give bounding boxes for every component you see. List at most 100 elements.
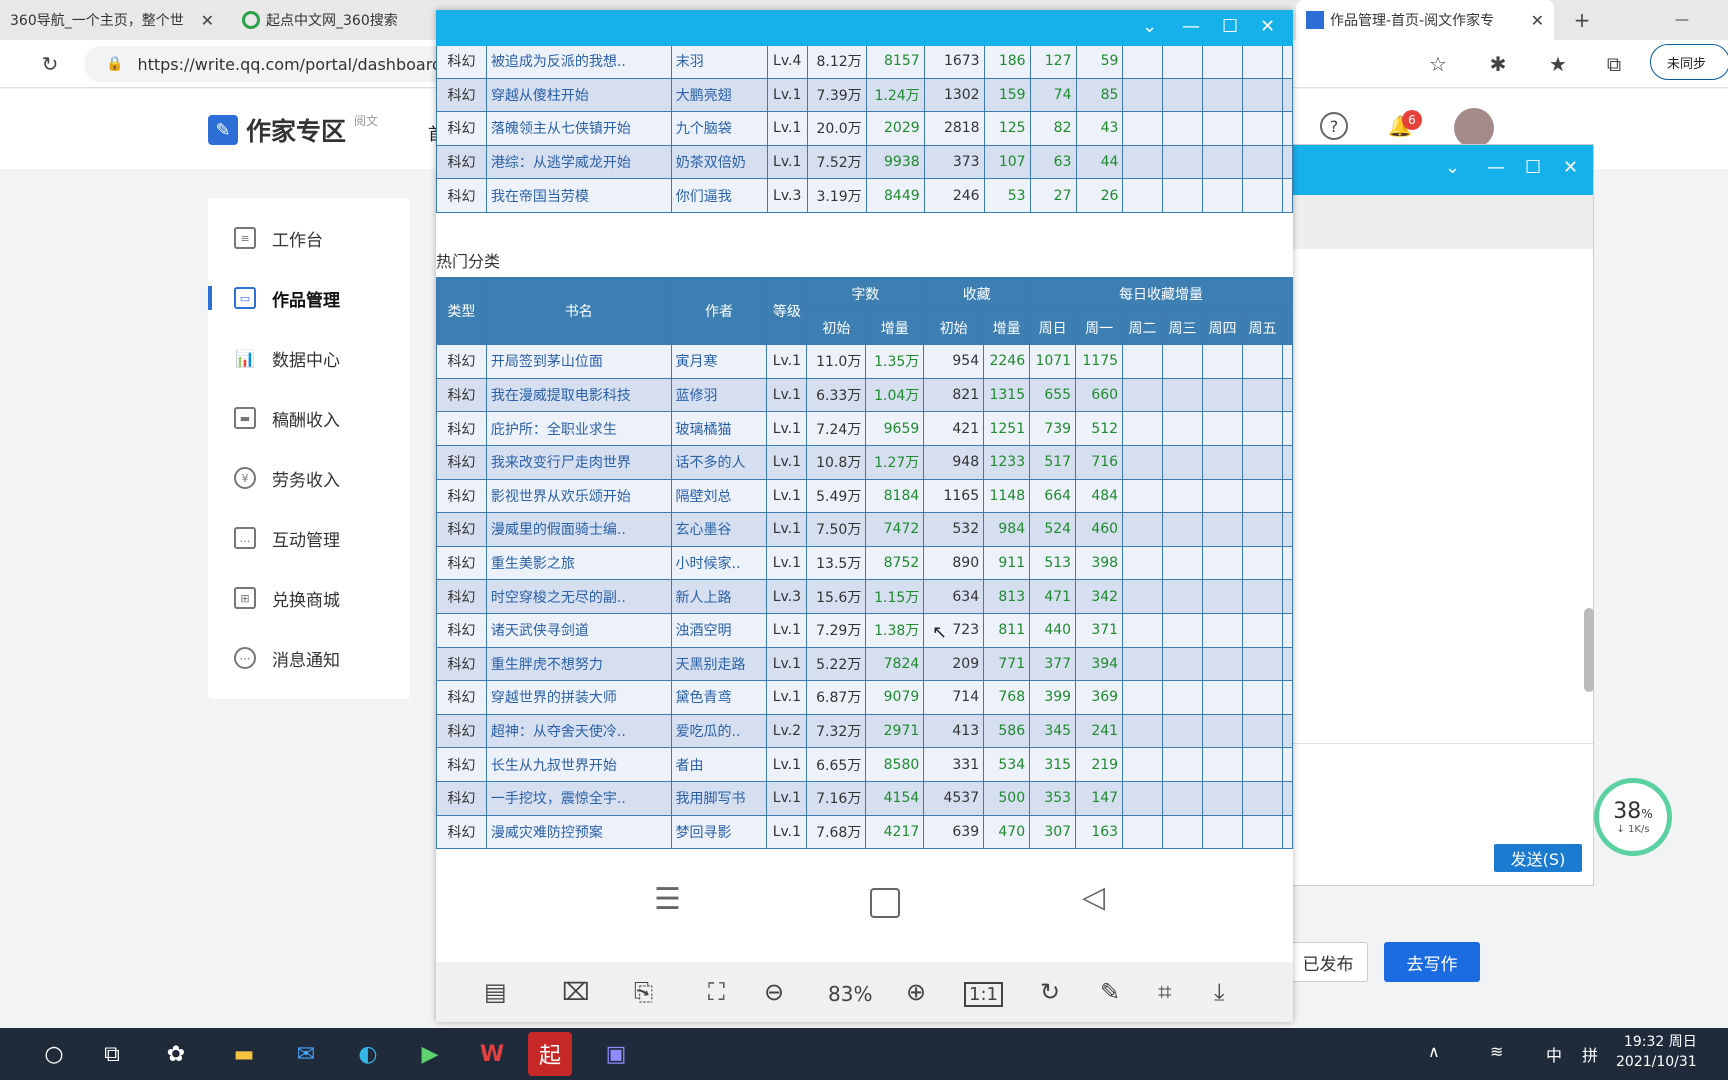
table-cell: 15.6万 <box>806 579 867 614</box>
logo-text: 作家专区 <box>246 117 347 146</box>
app-icon[interactable]: ✿ <box>154 1032 198 1076</box>
published-button[interactable]: 已发布 <box>1288 942 1368 982</box>
mail-icon[interactable]: ✉ <box>284 1032 328 1076</box>
close-icon[interactable]: ✕ <box>1531 11 1544 30</box>
task-view-icon[interactable]: ⧉ <box>90 1032 134 1076</box>
table-cell: 1.35万 <box>865 344 925 379</box>
chevron-down-icon[interactable]: ⌄ <box>1142 16 1157 37</box>
wps-icon[interactable]: W <box>470 1032 514 1076</box>
sidebar-item-works[interactable]: ▭ 作品管理 <box>208 278 410 318</box>
sidebar-item-labor[interactable]: ¥ 劳务收入 <box>208 458 410 498</box>
layout-icon[interactable]: ▤ <box>484 978 507 1006</box>
minimize-icon[interactable]: — <box>1182 16 1200 37</box>
sidebar-item-data[interactable]: 📊 数据中心 <box>208 338 410 378</box>
table-cell: 471 <box>1029 579 1077 614</box>
table-cell: 被追成为反派的我想.. <box>485 46 672 79</box>
table-cell: 8157 <box>865 46 925 79</box>
table-cell-empty <box>1281 46 1293 79</box>
download-arrow-icon: ↓ <box>1616 824 1625 835</box>
avatar[interactable] <box>1454 108 1494 148</box>
sidebar-item-workbench[interactable]: ≡ 工作台 <box>208 218 410 258</box>
ime-mode-label[interactable]: 拼 <box>1582 1042 1598 1066</box>
edit-icon[interactable]: ✎ <box>1100 978 1120 1006</box>
table-cell: 科幻 <box>436 579 487 614</box>
help-icon[interactable]: ? <box>1320 112 1348 140</box>
chevron-down-icon[interactable]: ⌄ <box>1445 157 1460 178</box>
actual-size-icon[interactable]: 1:1 <box>964 982 1003 1007</box>
table-cell: 1251 <box>983 411 1031 446</box>
collections-icon[interactable]: ⧉ <box>1598 48 1630 80</box>
sidebar-item-royalty[interactable]: ▬ 稿酬收入 <box>208 398 410 438</box>
extensions-icon[interactable]: ✱ <box>1482 48 1514 80</box>
table-cell: 1302 <box>923 77 985 113</box>
browser-tab-active[interactable]: 作品管理-首页-阅文作家专 ✕ <box>1296 0 1554 40</box>
image-viewer: ⌄ — ☐ ✕ 科幻 被追成为反派的我想.. 末羽 Lv.4 8.12万 8157 1673… <box>436 10 1293 1022</box>
table-cell-empty <box>1162 377 1203 413</box>
table-cell: 1.04万 <box>865 377 925 413</box>
file-explorer-icon[interactable]: ▬ <box>222 1032 266 1076</box>
minimize-icon[interactable]: — <box>1487 157 1505 178</box>
translate-icon[interactable]: ⎘ <box>634 978 653 1006</box>
back-triangle-icon[interactable]: ◁ <box>1082 880 1105 915</box>
sync-button[interactable]: 未同步 <box>1650 44 1728 80</box>
table-cell: 125 <box>983 111 1031 146</box>
table-cell: 末羽 <box>670 46 768 79</box>
table-cell: 科幻 <box>436 780 487 816</box>
table-cell-empty <box>1241 612 1283 648</box>
table-row: 科幻 超神：从夺舍天使冷.. 爱吃瓜的.. Lv.2 7.32万 2971 413 586 34… <box>436 713 1293 749</box>
table-cell-empty <box>1281 814 1293 850</box>
edge-icon[interactable]: ◐ <box>346 1032 390 1076</box>
table-cell: Lv.1 <box>766 780 808 816</box>
screen-recorder-icon[interactable]: ▣ <box>594 1032 638 1076</box>
site-logo[interactable]: ✎ 作家专区 阅文 <box>208 112 378 148</box>
table-cell-empty <box>1162 444 1203 480</box>
sidebar-item-messages[interactable]: ⋯ 消息通知 <box>208 638 410 678</box>
maximize-icon[interactable]: ☐ <box>1222 16 1238 37</box>
download-icon[interactable]: ⤓ <box>1214 978 1225 1006</box>
minimize-icon[interactable]: — <box>1668 6 1696 34</box>
close-icon[interactable]: ✕ <box>201 11 214 30</box>
new-tab-icon[interactable]: + <box>1568 6 1596 34</box>
table-cell-empty <box>1241 579 1283 614</box>
reload-icon[interactable]: ↻ <box>34 48 66 80</box>
write-button[interactable]: 去写作 <box>1384 942 1480 982</box>
table-cell: 2971 <box>865 713 925 749</box>
sidebar-item-shop[interactable]: ⊞ 兑换商城 <box>208 578 410 618</box>
table-cell: 玄心墨谷 <box>670 512 768 547</box>
scrollbar-thumb[interactable] <box>1584 608 1594 692</box>
speed-rate: 1K/s <box>1628 824 1650 835</box>
table-cell: 科幻 <box>436 144 487 180</box>
rotate-icon[interactable]: ↻ <box>1040 978 1060 1006</box>
browser-tab[interactable]: 360导航_一个主页，整个世 ✕ <box>0 0 224 40</box>
table-cell-empty <box>1202 646 1243 682</box>
home-square-icon[interactable] <box>870 888 900 918</box>
table-cell: 穿越世界的拼装大师 <box>485 680 672 715</box>
table-cell-empty <box>1202 377 1243 413</box>
player-icon[interactable]: ▶ <box>408 1032 452 1076</box>
ime-label[interactable]: 中 <box>1546 1042 1562 1066</box>
browser-tab[interactable]: 起点中文网_360搜索 <box>232 0 440 40</box>
fit-screen-icon[interactable]: ⛶ <box>708 978 725 1006</box>
table-cell-empty <box>1202 780 1243 816</box>
maximize-icon[interactable]: ☐ <box>1525 157 1541 178</box>
wifi-icon[interactable]: ≋ <box>1490 1042 1503 1061</box>
favorites-icon[interactable]: ★ <box>1542 48 1574 80</box>
menu-icon[interactable]: ☰ <box>654 882 681 917</box>
crop-icon[interactable]: ⌗ <box>1158 978 1172 1006</box>
system-clock[interactable]: 19:32 周日 2021/10/31 <box>1616 1032 1697 1072</box>
close-icon[interactable]: ✕ <box>1563 157 1578 178</box>
qidian-icon[interactable]: 起 <box>528 1032 572 1076</box>
ocr-icon[interactable]: ⌧ <box>562 978 590 1006</box>
favorite-add-icon[interactable]: ☆ <box>1422 48 1454 80</box>
network-speed-widget[interactable]: 38% ↓ 1K/s <box>1594 778 1672 856</box>
zoom-out-icon[interactable]: ⊖ <box>764 978 784 1006</box>
search-icon[interactable]: ○ <box>32 1032 76 1076</box>
table-cell: 4217 <box>865 814 925 850</box>
sidebar-item-interaction[interactable]: … 互动管理 <box>208 518 410 558</box>
send-button[interactable]: 发送(S) <box>1494 844 1582 872</box>
table-cell: 159 <box>983 77 1031 113</box>
close-icon[interactable]: ✕ <box>1260 16 1275 37</box>
zoom-in-icon[interactable]: ⊕ <box>906 978 926 1006</box>
tray-chevron-up-icon[interactable]: ∧ <box>1428 1042 1440 1061</box>
table-cell-empty <box>1122 612 1164 648</box>
